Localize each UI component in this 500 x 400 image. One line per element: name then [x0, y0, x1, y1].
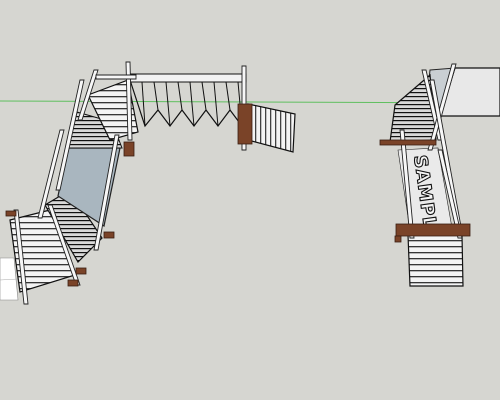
- right-lower-slat-panel: [407, 234, 464, 287]
- top-canopy-frame: [129, 73, 247, 83]
- scene-canvas[interactable]: SAMPLE: [0, 0, 500, 400]
- top-zigzag-canopy: [129, 79, 243, 128]
- canopy-hanging-slats: [141, 81, 243, 127]
- left-platform-structure[interactable]: [0, 61, 296, 305]
- right-hanging-flap: [247, 103, 296, 153]
- modeling-viewport[interactable]: SAMPLE: [0, 0, 500, 400]
- right-platform-structure[interactable]: SAMPLE: [379, 63, 500, 287]
